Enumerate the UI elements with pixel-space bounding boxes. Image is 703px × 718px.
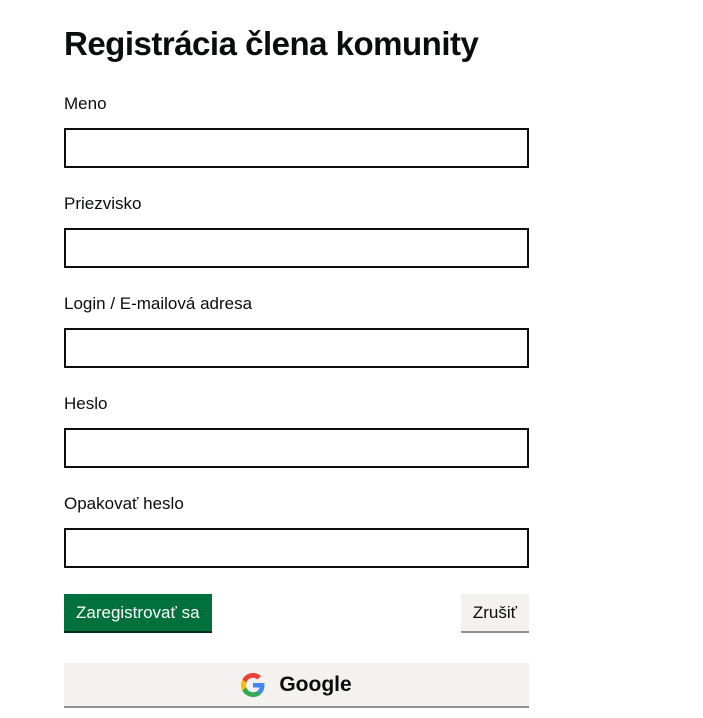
repeat-password-label: Opakovať heslo [64,494,184,513]
last-name-group: Priezvisko [64,194,529,268]
login-email-input[interactable] [64,328,529,368]
last-name-label: Priezvisko [64,194,142,213]
google-g-icon [241,672,265,697]
password-group: Heslo [64,394,529,468]
repeat-password-group: Opakovať heslo [64,494,529,568]
password-label: Heslo [64,394,108,413]
login-email-label: Login / E-mailová adresa [64,294,253,313]
login-email-group: Login / E-mailová adresa [64,294,529,368]
first-name-label: Meno [64,94,107,113]
password-input[interactable] [64,428,529,468]
google-signin-button[interactable]: Google [64,663,529,706]
first-name-input[interactable] [64,128,529,168]
register-button[interactable]: Zaregistrovať sa [64,594,212,631]
cancel-button[interactable]: Zrušiť [460,594,529,631]
page-title: Registrácia člena komunity [64,25,479,62]
last-name-input[interactable] [64,228,529,268]
google-label: Google [279,672,352,696]
repeat-password-input[interactable] [64,528,529,568]
first-name-group: Meno [64,94,529,168]
